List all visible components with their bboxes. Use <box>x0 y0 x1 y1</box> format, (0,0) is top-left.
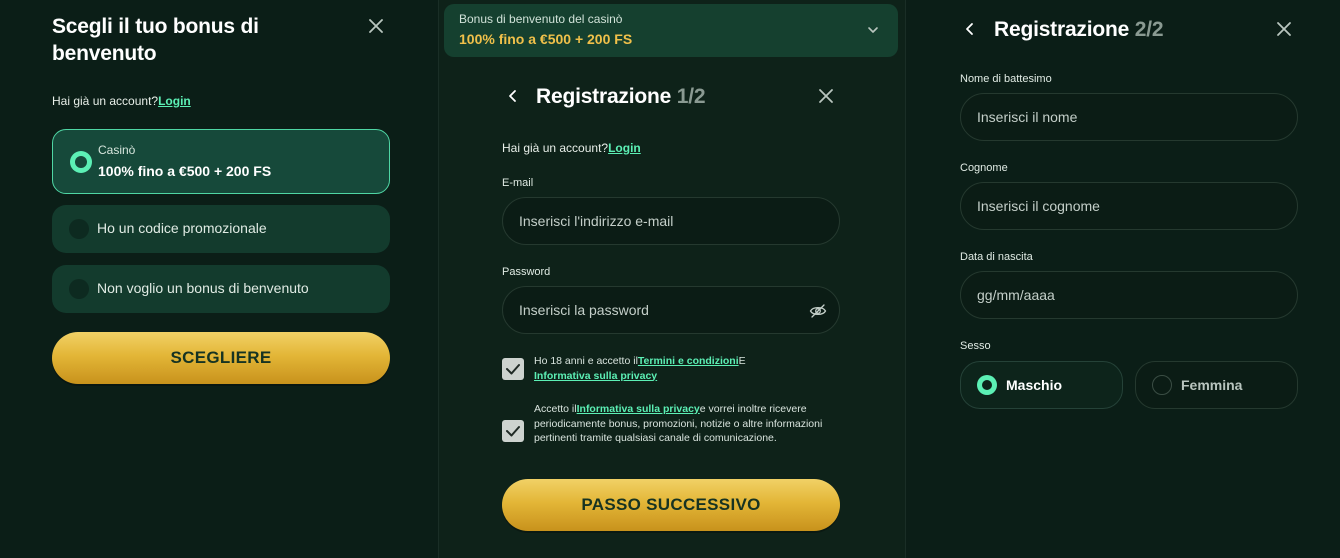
birthdate-label: Data di nascita <box>960 251 1033 263</box>
bonus-option-casino[interactable]: Casinò 100% fino a €500 + 200 FS <box>52 129 390 194</box>
step-indicator: 2/2 <box>1134 18 1164 41</box>
age-terms-text: Ho 18 anni e accetto ilTermini e condizi… <box>534 355 746 382</box>
privacy-link[interactable]: Informativa sulla privacy <box>577 403 700 415</box>
radio-selected-icon <box>70 151 92 173</box>
gender-option-male[interactable]: Maschio <box>960 361 1123 409</box>
close-icon[interactable] <box>365 15 387 37</box>
back-icon[interactable] <box>960 19 980 39</box>
close-icon[interactable] <box>1273 18 1295 40</box>
bonus-option-label: Non voglio un bonus di benvenuto <box>97 280 309 296</box>
email-label: E-mail <box>502 177 534 189</box>
radio-unselected-icon <box>69 279 89 299</box>
next-step-button[interactable]: PASSO SUCCESSIVO <box>502 479 840 531</box>
last-name-label: Cognome <box>960 162 1008 174</box>
step-indicator: 1/2 <box>676 85 706 108</box>
gender-option-female[interactable]: Femmina <box>1135 361 1298 409</box>
bonus-panel-title: Scegli il tuo bonus di benvenuto <box>52 15 259 65</box>
account-prompt: Hai già un account?Login <box>502 141 641 155</box>
account-prompt: Hai già un account?Login <box>52 94 191 108</box>
step-title: Registrazione 2/2 <box>994 18 1164 42</box>
radio-unselected-icon <box>69 219 89 239</box>
bonus-option-no-bonus[interactable]: Non voglio un bonus di benvenuto <box>52 265 390 313</box>
close-icon[interactable] <box>815 85 837 107</box>
password-input[interactable] <box>502 286 840 334</box>
gender-label: Sesso <box>960 340 991 352</box>
bonus-option-label: 100% fino a €500 + 200 FS <box>98 163 272 179</box>
step-title-text: Registrazione <box>536 85 672 108</box>
password-label: Password <box>502 266 551 278</box>
first-name-label: Nome di battesimo <box>960 73 1052 85</box>
registration-step1-panel: Bonus di benvenuto del casinò 100% fino … <box>438 0 906 558</box>
step-title-text: Registrazione <box>994 18 1130 41</box>
marketing-consent-checkbox[interactable] <box>502 420 524 442</box>
radio-selected-icon <box>977 375 997 395</box>
email-input[interactable] <box>502 197 840 245</box>
gender-option-label: Femmina <box>1181 377 1243 393</box>
selected-bonus-dropdown[interactable]: Bonus di benvenuto del casinò 100% fino … <box>444 4 898 57</box>
bonus-bar-label: Bonus di benvenuto del casinò <box>459 12 623 26</box>
step-title: Registrazione 1/2 <box>536 85 706 109</box>
gender-option-label: Maschio <box>1006 377 1063 393</box>
registration-screens: Scegli il tuo bonus di benvenuto Hai già… <box>0 0 1340 558</box>
bonus-option-label: Ho un codice promozionale <box>97 220 267 236</box>
bonus-bar-value: 100% fino a €500 + 200 FS <box>459 31 633 47</box>
registration-step2-panel: Registrazione 2/2 Nome di battesimo Cogn… <box>906 0 1340 558</box>
privacy-link[interactable]: Informativa sulla privacy <box>534 370 657 382</box>
terms-link[interactable]: Termini e condizioni <box>638 355 739 367</box>
login-link[interactable]: Login <box>608 141 641 155</box>
bonus-selection-panel: Scegli il tuo bonus di benvenuto Hai già… <box>0 0 438 558</box>
choose-button[interactable]: SCEGLIERE <box>52 332 390 384</box>
eye-off-icon[interactable] <box>809 303 827 319</box>
back-icon[interactable] <box>503 86 523 106</box>
age-terms-checkbox[interactable] <box>502 358 524 380</box>
last-name-input[interactable] <box>960 182 1298 230</box>
chevron-down-icon <box>868 27 878 33</box>
radio-unselected-icon <box>1152 375 1172 395</box>
marketing-consent-text: Accetto ilInformativa sulla privacye vor… <box>534 403 823 444</box>
first-name-input[interactable] <box>960 93 1298 141</box>
birthdate-input[interactable] <box>960 271 1298 319</box>
bonus-option-category: Casinò <box>98 143 136 157</box>
login-link[interactable]: Login <box>158 94 191 108</box>
bonus-option-promo-code[interactable]: Ho un codice promozionale <box>52 205 390 253</box>
